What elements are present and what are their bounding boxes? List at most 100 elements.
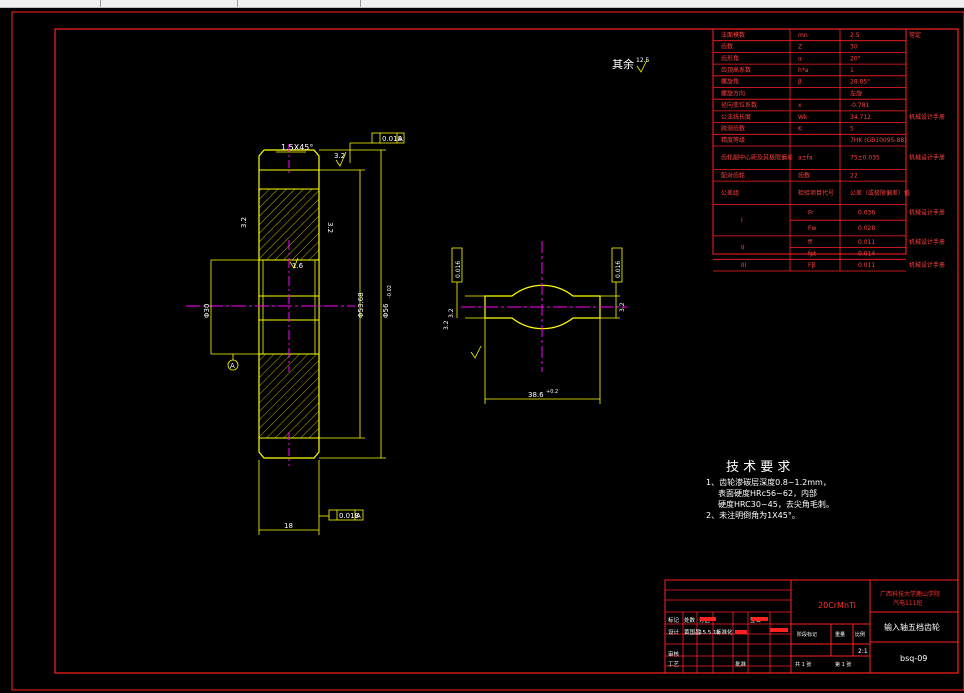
param-value: 2.5: [850, 32, 860, 39]
material: 20CrMnTi: [818, 601, 856, 610]
dim-key-tolerance: +0.2: [546, 389, 558, 395]
param-value: 75±0.035: [850, 155, 880, 162]
tolerance-code: Fβ: [808, 262, 815, 269]
tech-req-title: 技 术 要 求: [726, 460, 790, 475]
tol-frame-value: 0.016: [455, 261, 462, 278]
tolerance-code: Fw: [808, 225, 816, 232]
technical-requirements: 技 术 要 求 1、齿轮渗碳层深度0.8~1.2mm， 表面硬度HRc56~62…: [706, 460, 834, 520]
sheet-inner-border: [54, 28, 959, 674]
sheet-outer-border: [11, 11, 964, 691]
tech-req-line: 1、齿轮渗碳层深度0.8~1.2mm，: [706, 477, 831, 487]
tolerance-group-name: II: [741, 245, 745, 252]
param-reference: 机械设计手册: [909, 113, 945, 121]
sheet-total: 共 1 张: [795, 661, 811, 668]
redacted-marker: [770, 628, 788, 632]
param-value: 22: [850, 172, 858, 179]
redacted-marker: [752, 617, 768, 621]
tb-label: 工艺: [668, 661, 680, 668]
dim-side-right: 3.2: [619, 302, 626, 312]
label-stage: 阶段标记: [797, 631, 817, 638]
parameter-table: 法面模数 mn 2.5 常定齿数 Z 30 齿形角 α 20° 齿顶高系数 h*a 1 螺旋角 β 28.8…: [712, 28, 945, 272]
param-value: 28.85°: [850, 79, 870, 86]
param-value: 20°: [850, 55, 861, 62]
param-symbol: Z: [798, 44, 802, 51]
tolerance-code: fpt: [808, 250, 817, 257]
tolerance-reference: 机械设计手册: [909, 261, 945, 269]
tb-label: 设计: [668, 628, 680, 636]
tb-label: 处数: [684, 616, 696, 624]
part-name: 输入轴五档齿轮: [884, 622, 940, 632]
dim-tip-label: Φ56: [382, 303, 390, 318]
param-symbol: 齿数: [798, 171, 810, 179]
sheet-number: 第 1 张: [835, 661, 851, 668]
param-value: 30: [850, 44, 858, 51]
param-symbol: K: [798, 125, 803, 132]
title-block: 标记处数分区签名设计黄国昌15.5.12标准化审核工艺批准 20CrMnTi 广…: [664, 579, 959, 674]
tech-req-line: 2、未注明倒角为1X45°。: [706, 510, 800, 520]
dim-side-left: 3.2: [448, 308, 455, 318]
geotol-datum: A: [398, 135, 403, 143]
tolerance-value: 0.011: [858, 239, 875, 246]
tolerance-value: 0.011: [858, 262, 875, 269]
tolerance-reference: 机械设计手册: [909, 238, 945, 246]
param-reference: 机械设计手册: [909, 154, 945, 162]
roughness-label: 1.6: [292, 262, 304, 270]
roughness-label: 3.2: [240, 217, 248, 228]
tech-req-line: 硬度HRC30~45，去尖角毛刺。: [718, 499, 834, 509]
dim-key-width-label: 38.6: [528, 391, 544, 399]
param-reference: 常定: [909, 31, 921, 39]
roughness-label: 3.2: [326, 222, 334, 233]
label-weight: 重量: [835, 631, 845, 638]
dim-tip-tolerance: -0.02: [387, 285, 393, 298]
tolerance-group-name: III: [741, 262, 747, 269]
tol-frame-value: 0.016: [615, 261, 622, 278]
param-label: 公法线长度: [721, 113, 751, 121]
param-label: 径向变位系数: [721, 101, 757, 109]
surface-finish-value: 12.5: [636, 57, 650, 64]
param-label: 齿轮副中心距及其极限偏差: [721, 154, 793, 162]
param-symbol: α: [798, 55, 802, 62]
tolerance-group-name: I: [741, 217, 743, 224]
label-ratio: 比例: [855, 631, 865, 638]
param-label: 法面模数: [721, 31, 745, 39]
chamfer-label: 1.5X45°: [281, 143, 313, 152]
datum-label: A: [230, 362, 235, 370]
dim-bore-label: Φ30: [203, 304, 211, 318]
redacted-marker: [700, 617, 716, 621]
tolerance-reference: 机械设计手册: [909, 208, 945, 216]
dim-width-label: 18: [284, 522, 293, 530]
tech-req-line: 表面硬度HRc56~62，内部: [718, 488, 817, 498]
param-symbol: a±fa: [798, 155, 813, 162]
param-label: 精度等级: [721, 136, 745, 144]
param-value: 34.712: [850, 114, 871, 121]
tolerance-value: 0.014: [858, 250, 875, 257]
param-symbol: x: [798, 102, 802, 109]
param-label: 齿形角: [721, 54, 739, 62]
param-value: 5: [850, 125, 854, 132]
param-symbol: β: [798, 79, 802, 86]
param-label: 配对齿轮: [721, 171, 745, 179]
param-symbol: h*a: [798, 67, 809, 74]
param-symbol: Wk: [798, 114, 808, 121]
cad-drawing-canvas[interactable]: 1.5X45° 3.2 3.2 3.2 1.6 0.018 A 0.018 A …: [0, 0, 964, 693]
param-value: -0.781: [850, 102, 870, 109]
param-label: 齿数: [721, 43, 733, 51]
param-label: 公差组: [721, 189, 739, 197]
bore-keyway-view: 0.016 3.2 0.016 3.2 3.2 38.6 +0.2: [443, 241, 627, 404]
tb-label: 审核: [668, 650, 680, 658]
param-symbol: 检验项目代号: [798, 189, 834, 197]
geotol-datum: A: [356, 512, 361, 520]
param-value: 左旋: [850, 89, 862, 97]
tolerance-code: Fr: [808, 209, 814, 216]
param-value: 7HK (GB10095-88): [850, 137, 907, 144]
gear-section-view: 1.5X45° 3.2 3.2 3.2 1.6 0.018 A 0.018 A …: [186, 132, 405, 535]
scale: 2:1: [858, 648, 868, 655]
tb-label: 标准化: [716, 628, 733, 636]
drawing-number: bsq-09: [900, 654, 927, 663]
param-symbol: mn: [798, 32, 808, 39]
surface-finish-note: 其余: [612, 57, 634, 71]
tolerance-value: 0.028: [858, 225, 875, 232]
dim-side-small: 3.2: [443, 320, 450, 330]
title-block-grid: 标记处数分区签名设计黄国昌15.5.12标准化审核工艺批准: [665, 579, 791, 674]
dim-root-label: Φ53.68: [357, 292, 365, 318]
